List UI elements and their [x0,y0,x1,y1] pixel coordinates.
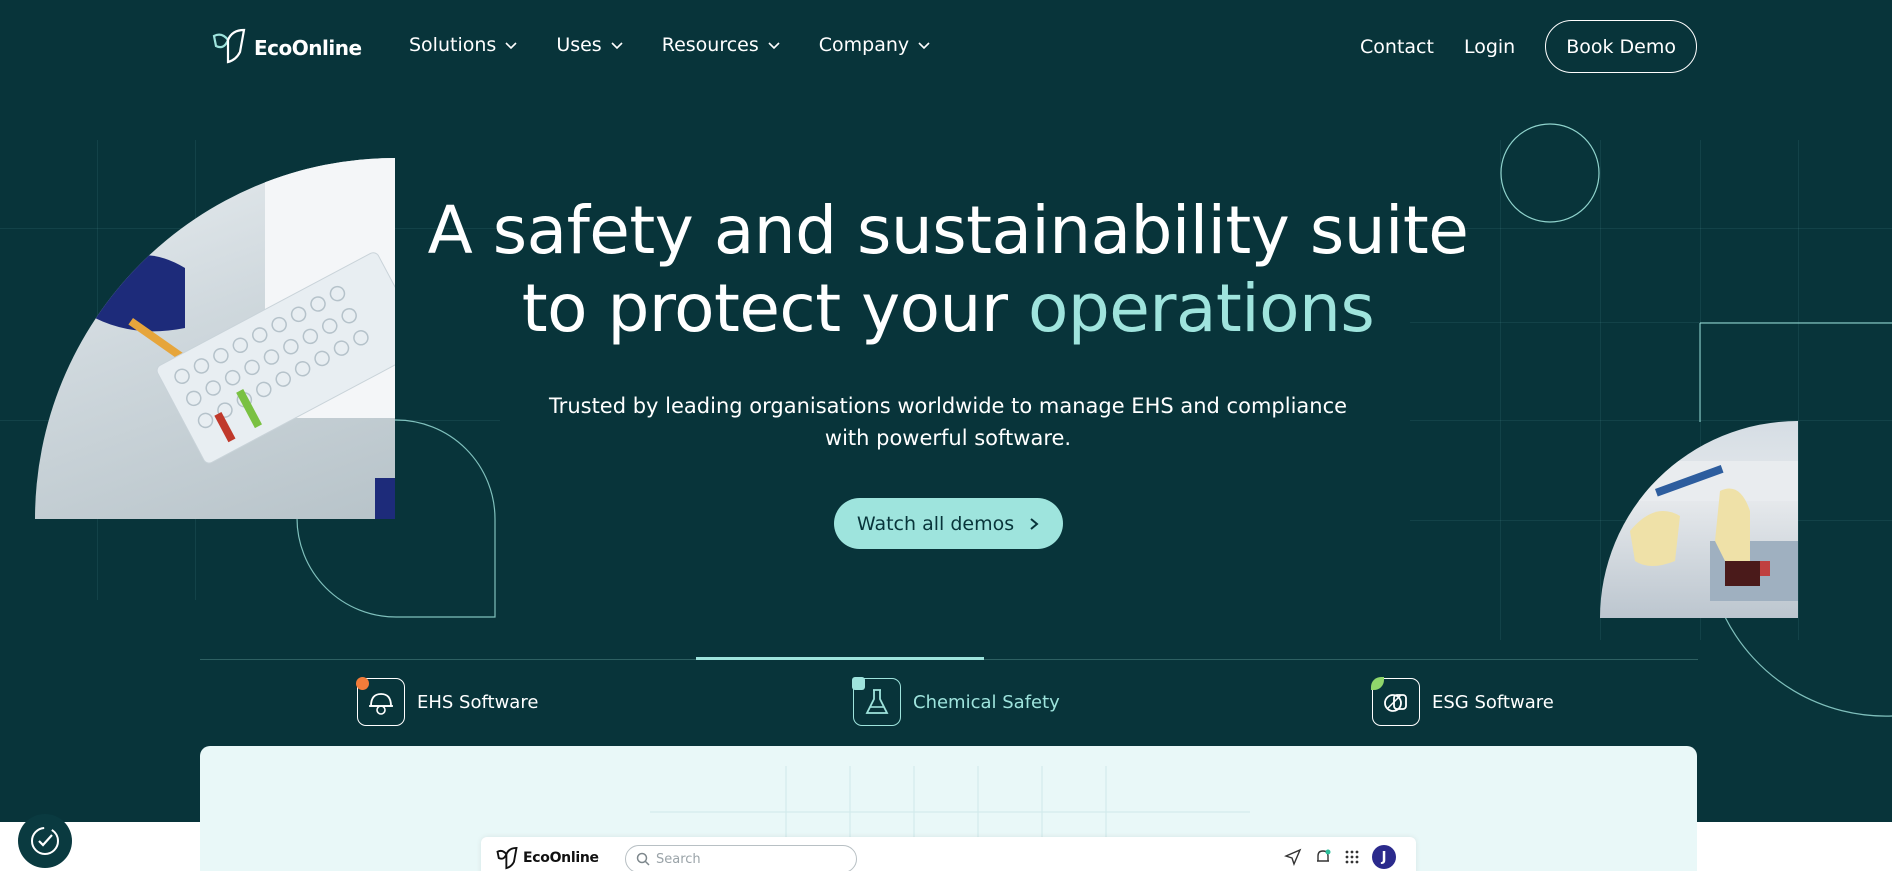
tab-dot [852,677,865,690]
bell-icon[interactable] [1314,848,1332,866]
chevron-down-icon [918,42,930,50]
tab-esg-software[interactable]: ESG Software [1371,677,1554,726]
app-search-input[interactable]: Search [625,845,857,871]
active-tab-indicator [696,657,984,660]
nav-item-resources[interactable]: Resources [662,34,781,56]
chevron-down-icon [768,42,780,50]
leaf-icon [1371,677,1420,726]
nav-item-solutions[interactable]: Solutions [409,34,518,56]
top-navigation: EcoOnline Solutions Uses Resources Compa… [0,0,1892,92]
leaf-logo-icon [496,846,518,870]
app-top-bar: EcoOnline Search J [481,837,1416,871]
chevron-down-icon [611,42,623,50]
nav-item-uses[interactable]: Uses [556,34,623,56]
tab-ehs-software[interactable]: EHS Software [356,677,539,726]
app-toolbar-icons: J [1284,845,1396,869]
hero-title-line1: A safety and sustainability suite [427,192,1469,269]
brand-logo[interactable]: EcoOnline [210,26,362,70]
app-brand-logo[interactable]: EcoOnline [495,845,599,871]
app-brand-name: EcoOnline [523,850,599,866]
brand-name: EcoOnline [254,36,362,60]
hero-title: A safety and sustainability suite to pro… [380,192,1516,348]
tab-dot [356,677,369,690]
watch-demos-button[interactable]: Watch all demos [834,498,1063,549]
tab-label: ESG Software [1432,691,1554,713]
hero-subtitle: Trusted by leading organisations worldwi… [540,390,1356,454]
user-avatar[interactable]: J [1372,845,1396,869]
hard-hat-icon [356,677,405,726]
search-placeholder: Search [656,851,701,867]
product-preview-panel: EcoOnline Search J [200,746,1697,871]
hero-title-line2: to protect your [521,270,1028,347]
chevron-right-icon [1030,517,1039,530]
nav-item-label: Solutions [409,34,497,56]
tab-label: Chemical Safety [913,691,1060,713]
hero-title-accent: operations [1027,270,1375,347]
nav-item-company[interactable]: Company [819,34,931,56]
contact-link[interactable]: Contact [1360,36,1434,58]
cookie-check-icon [31,827,59,855]
apps-grid-icon[interactable] [1344,849,1360,865]
nav-item-label: Uses [556,34,602,56]
send-icon[interactable] [1284,848,1302,866]
cookie-settings-button[interactable] [18,814,72,868]
search-icon [636,852,650,866]
nav-item-label: Resources [661,34,759,56]
tab-label: EHS Software [417,691,539,713]
login-link[interactable]: Login [1464,36,1515,58]
leaf-logo-icon [210,26,248,70]
nav-actions: Contact Login Book Demo [1360,20,1697,73]
nav-item-label: Company [818,34,910,56]
hero-subtitle-line2: with powerful software. [824,426,1072,450]
book-demo-button[interactable]: Book Demo [1545,20,1697,73]
tab-chemical-safety[interactable]: Chemical Safety [852,677,1060,726]
hero-subtitle-line1: Trusted by leading organisations worldwi… [548,394,1348,418]
main-menu: Solutions Uses Resources Company [409,34,969,56]
chevron-down-icon [505,42,517,50]
watch-demos-label: Watch all demos [856,512,1015,535]
flask-icon [852,677,901,726]
